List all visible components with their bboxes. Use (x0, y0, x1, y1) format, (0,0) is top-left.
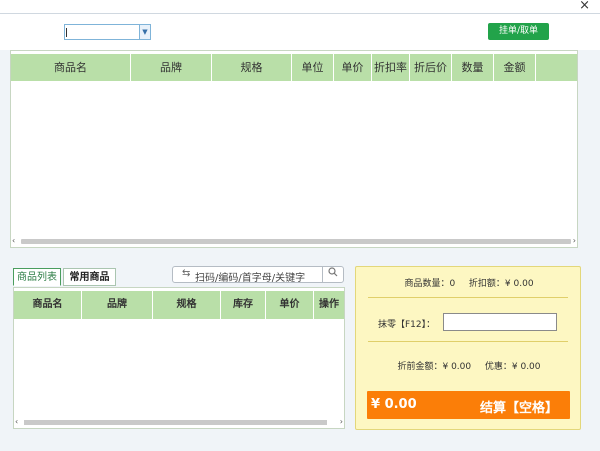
column-header[interactable]: 库存 (221, 291, 266, 319)
scroll-left-icon[interactable]: ‹ (12, 236, 15, 245)
product-search[interactable]: ⇆ 扫码/编码/首字母/关键字 (172, 266, 344, 284)
column-header[interactable]: 单价 (334, 54, 372, 81)
product-horizontal-scrollbar[interactable]: ‹ › (14, 417, 344, 428)
item-count: 商品数量：0 (404, 279, 456, 289)
scroll-right-icon[interactable]: › (340, 417, 343, 426)
chevron-down-icon[interactable]: ▼ (139, 25, 150, 39)
column-header[interactable]: 数量 (452, 54, 494, 81)
divider (368, 297, 568, 298)
column-header[interactable]: 规格 (153, 291, 221, 319)
close-icon[interactable]: × (579, 0, 590, 13)
column-header[interactable] (536, 54, 561, 81)
scroll-left-icon[interactable]: ‹ (15, 417, 18, 426)
promo-amount: 优惠：¥ 0.00 (484, 362, 541, 372)
hang-order-button[interactable]: 挂单/取单 (488, 23, 549, 40)
window-titlebar: × (0, 0, 600, 14)
discount-amount: 折扣额：¥ 0.00 (468, 279, 534, 289)
product-table-header: 商品名 品牌 规格 库存 单价 操作 (14, 291, 344, 319)
scan-icon: ⇆ (182, 268, 191, 279)
round-off-label: 抹零【F12】： (378, 320, 436, 330)
checkout-button[interactable]: ¥ 0.00 结算【空格】 (367, 391, 570, 419)
cart-horizontal-scrollbar[interactable]: ‹ › (11, 236, 577, 247)
search-icon[interactable] (322, 267, 343, 282)
round-off-input[interactable] (443, 313, 557, 331)
column-header[interactable]: 品牌 (131, 54, 212, 81)
scroll-thumb[interactable] (24, 420, 327, 425)
scroll-thumb[interactable] (21, 239, 571, 244)
column-header[interactable]: 规格 (212, 54, 292, 81)
product-table: 商品名 品牌 规格 库存 单价 操作 ‹ › (13, 287, 345, 429)
summary-count-row: 商品数量：0 折扣额：¥ 0.00 (356, 276, 582, 289)
scroll-right-icon[interactable]: › (573, 236, 576, 245)
checkout-summary-panel: 商品数量：0 折扣额：¥ 0.00 抹零【F12】： 折前金额：¥ 0.00 优… (355, 266, 581, 430)
column-header[interactable]: 折扣率 (372, 54, 410, 81)
column-header[interactable]: 单位 (292, 54, 334, 81)
column-header[interactable]: 商品名 (11, 54, 131, 81)
pre-discount-amount: 折前金额：¥ 0.00 (397, 362, 472, 372)
search-input[interactable]: 扫码/编码/首字母/关键字 (195, 269, 305, 284)
column-header[interactable]: 操作 (314, 291, 344, 319)
tab-frequent-products[interactable]: 常用商品 (63, 268, 116, 286)
checkout-total: ¥ 0.00 (371, 397, 417, 412)
tab-product-list[interactable]: 商品列表 (13, 268, 61, 286)
top-toolbar: ▼ 挂单/取单 (0, 14, 600, 50)
column-header[interactable]: 折后价 (410, 54, 452, 81)
divider (368, 341, 568, 342)
column-header[interactable]: 单价 (266, 291, 314, 319)
column-header[interactable]: 金额 (494, 54, 536, 81)
cart-table: 商品名 品牌 规格 单位 单价 折扣率 折后价 数量 金额 ‹ › (10, 50, 578, 248)
text-cursor (66, 28, 67, 37)
checkout-label: 结算【空格】 (479, 401, 558, 416)
summary-amount-row: 折前金额：¥ 0.00 优惠：¥ 0.00 (356, 359, 582, 372)
column-header[interactable]: 商品名 (14, 291, 82, 319)
store-select[interactable]: ▼ (64, 24, 151, 40)
cart-table-header: 商品名 品牌 规格 单位 单价 折扣率 折后价 数量 金额 (11, 54, 577, 81)
column-header[interactable]: 品牌 (82, 291, 153, 319)
